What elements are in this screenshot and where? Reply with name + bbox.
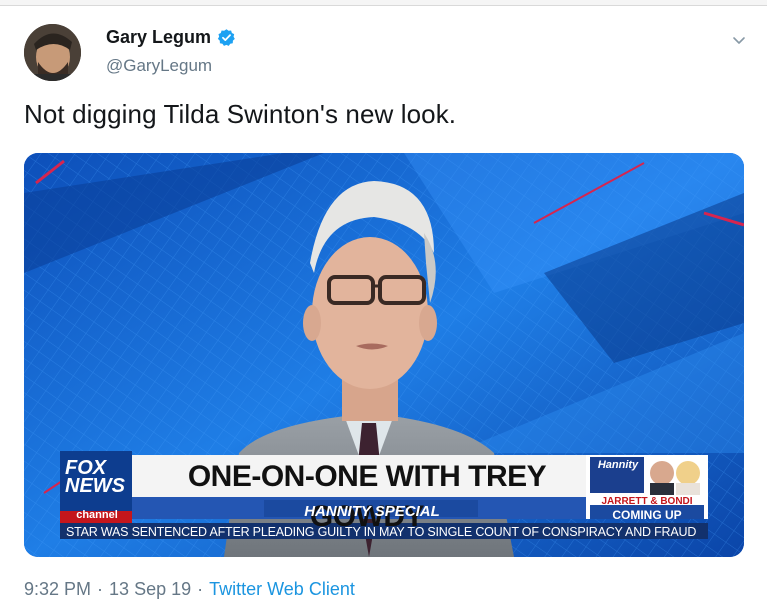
tweet-metadata: 9:32 PM · 13 Sep 19 · Twitter Web Client (24, 579, 355, 600)
verified-badge-icon (217, 28, 236, 47)
tweet-time[interactable]: 9:32 PM (24, 579, 91, 600)
meta-separator: · (197, 579, 204, 599)
chevron-down-icon[interactable] (731, 32, 747, 48)
meta-separator: · (97, 579, 104, 599)
avatar[interactable] (24, 24, 81, 81)
top-divider (0, 0, 767, 6)
author-name-label: Gary Legum (106, 27, 212, 47)
author-handle[interactable]: @GaryLegum (106, 56, 212, 76)
tweet-media-image[interactable]: FOX NEWS channel ONE-ON-ONE WITH TREY GO… (24, 153, 744, 557)
news-broadcast-frame (24, 153, 744, 557)
author-name[interactable]: Gary Legum (106, 27, 236, 48)
tweet-client-link[interactable]: Twitter Web Client (209, 579, 355, 600)
tweet-date[interactable]: 13 Sep 19 (109, 579, 191, 600)
tweet-text: Not digging Tilda Swinton's new look. (24, 99, 457, 129)
